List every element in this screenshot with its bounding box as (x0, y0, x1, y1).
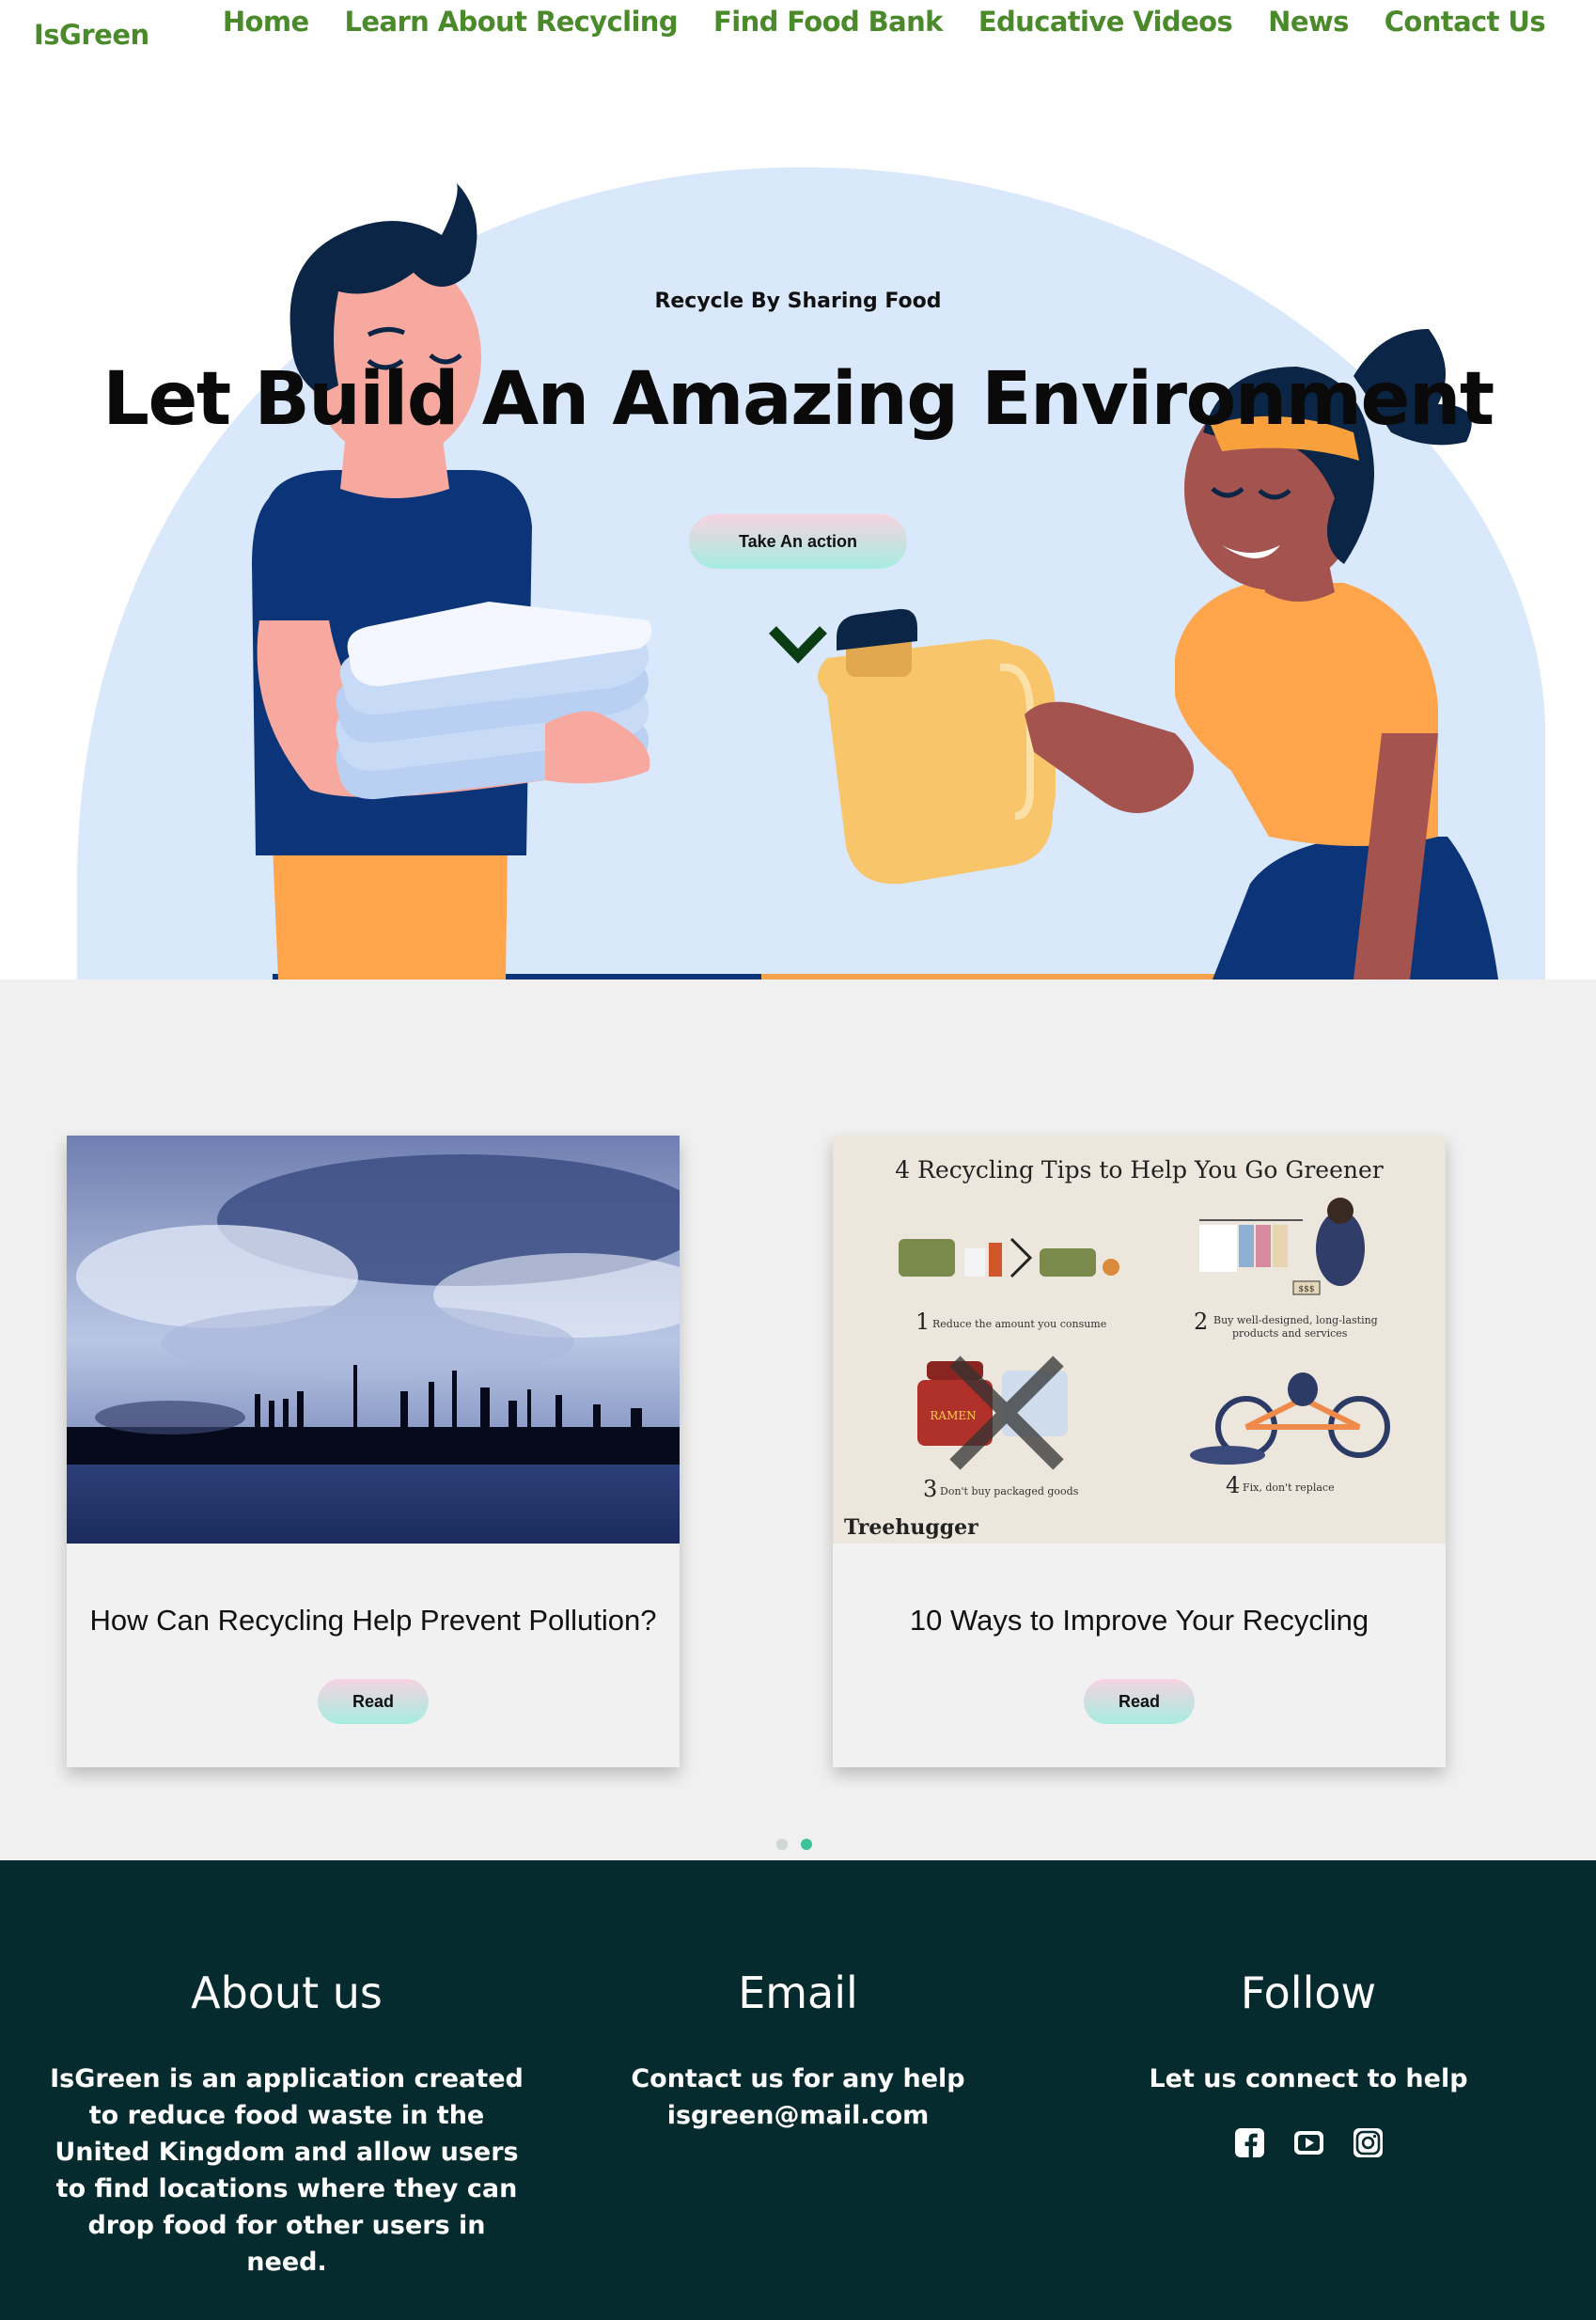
follow-text: Let us connect to help (1149, 2064, 1468, 2093)
svg-text:4: 4 (1226, 1472, 1240, 1498)
industrial-skyline-image (67, 1136, 680, 1544)
svg-text:Reduce the amount you consume: Reduce the amount you consume (932, 1318, 1106, 1330)
nav-learn-about-recycling[interactable]: Learn About Recycling (345, 6, 679, 38)
infographic-heading: 4 Recycling Tips to Help You Go Greener (895, 1156, 1383, 1184)
email-text: Contact us for any help isgreen@mail.com (554, 2061, 1042, 2134)
svg-text:products and services: products and services (1232, 1327, 1348, 1340)
facebook-icon[interactable] (1233, 2126, 1266, 2159)
svg-text:RAMEN: RAMEN (930, 1409, 976, 1422)
news-card-title[interactable]: How Can Recycling Help Prevent Pollution… (67, 1604, 680, 1638)
recycling-tips-infographic: 4 Recycling Tips to Help You Go Greener … (833, 1136, 1446, 1544)
svg-text:Don't buy packaged goods: Don't buy packaged goods (940, 1485, 1079, 1497)
instagram-icon[interactable] (1352, 2126, 1385, 2159)
email-heading: Email (738, 1967, 858, 2018)
hero-title: Let Build An Amazing Environment (102, 357, 1494, 442)
chevron-down-icon[interactable] (769, 624, 827, 664)
hero-section: Recycle By Sharing Food Let Build An Ama… (0, 56, 1596, 980)
svg-text:Fix, don't replace: Fix, don't replace (1243, 1481, 1335, 1494)
contact-line: Contact us for any help (631, 2064, 965, 2093)
carousel-dot-2[interactable] (801, 1839, 812, 1850)
carousel-dot-1[interactable] (776, 1839, 788, 1850)
footer: About us IsGreen is an application creat… (0, 1860, 1596, 2320)
nav-contact-us[interactable]: Contact Us (1385, 6, 1546, 38)
svg-text:1: 1 (915, 1309, 930, 1335)
nav-find-food-bank[interactable]: Find Food Bank (713, 6, 943, 38)
take-action-button[interactable]: Take An action (689, 514, 907, 569)
read-button[interactable]: Read (318, 1679, 429, 1724)
svg-text:$$$: $$$ (1298, 1285, 1314, 1294)
svg-text:Buy well-designed, long-lastin: Buy well-designed, long-lasting (1213, 1314, 1378, 1326)
svg-text:2: 2 (1194, 1309, 1208, 1335)
nav-menu: Home Learn About Recycling Find Food Ban… (223, 6, 1546, 38)
social-links (1064, 2126, 1553, 2159)
brand-logo[interactable]: IsGreen (34, 19, 149, 51)
hero-eyebrow: Recycle By Sharing Food (654, 290, 942, 313)
top-navigation: IsGreen Home Learn About Recycling Find … (0, 0, 1596, 56)
about-text: IsGreen is an application created to red… (50, 2064, 524, 2277)
email-address-link[interactable]: isgreen@mail.com (667, 2101, 930, 2130)
nav-home[interactable]: Home (223, 6, 309, 38)
news-card-title[interactable]: 10 Ways to Improve Your Recycling (833, 1604, 1446, 1638)
carousel-dots (776, 1839, 812, 1850)
news-card: 4 Recycling Tips to Help You Go Greener … (833, 1136, 1446, 1767)
youtube-icon[interactable] (1292, 2126, 1325, 2159)
svg-text:3: 3 (923, 1476, 937, 1502)
treehugger-logo: Treehugger (844, 1515, 978, 1540)
follow-heading: Follow (1240, 1967, 1377, 2018)
about-heading: About us (191, 1967, 383, 2018)
nav-educative-videos[interactable]: Educative Videos (978, 6, 1233, 38)
news-carousel-section: How Can Recycling Help Prevent Pollution… (0, 980, 1596, 1860)
news-card: How Can Recycling Help Prevent Pollution… (67, 1136, 680, 1767)
nav-news[interactable]: News (1268, 6, 1349, 38)
jug-illustration (818, 608, 1056, 885)
read-button[interactable]: Read (1084, 1679, 1195, 1724)
